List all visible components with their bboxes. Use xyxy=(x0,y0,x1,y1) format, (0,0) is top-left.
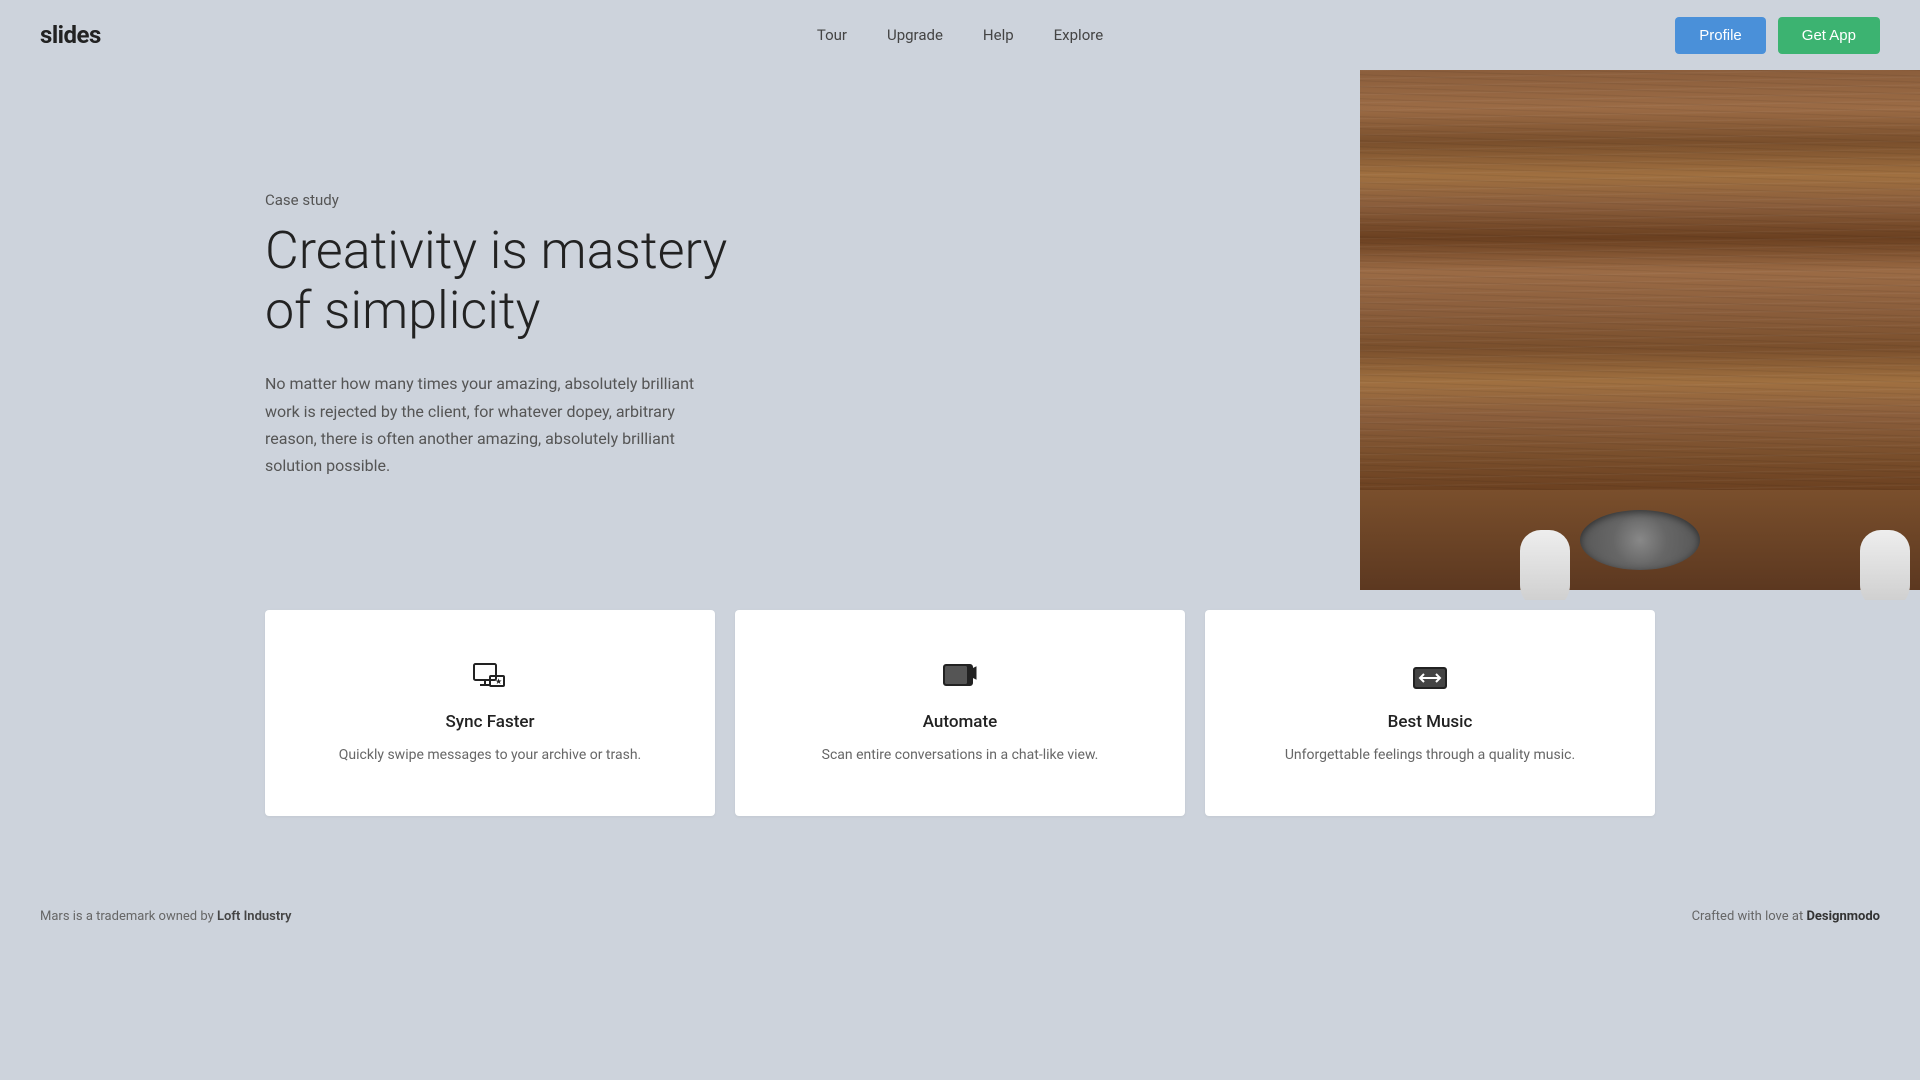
header-buttons: Profile Get App xyxy=(1675,17,1880,54)
profile-button[interactable]: Profile xyxy=(1675,17,1766,54)
feature-desc-music: Unforgettable feelings through a quality… xyxy=(1235,744,1625,766)
footer-right-text: Crafted with love at xyxy=(1692,909,1807,924)
feature-title-sync: Sync Faster xyxy=(295,712,685,732)
svg-text:★: ★ xyxy=(495,677,502,686)
footer-right-brand: Designmodo xyxy=(1806,909,1880,924)
feature-card-automate: Automate Scan entire conversations in a … xyxy=(735,610,1185,816)
logo: slides xyxy=(40,21,101,49)
nav-explore[interactable]: Explore xyxy=(1054,26,1104,44)
hero-body: No matter how many times your amazing, a… xyxy=(265,370,705,479)
wood-grain xyxy=(1360,70,1920,550)
nav-help[interactable]: Help xyxy=(983,26,1014,44)
speaker-leg-left xyxy=(1520,530,1570,600)
hero-image xyxy=(1360,70,1920,600)
footer-left: Mars is a trademark owned by Loft Indust… xyxy=(40,909,291,924)
feature-desc-automate: Scan entire conversations in a chat-like… xyxy=(765,744,1155,766)
features-section: ★ Sync Faster Quickly swipe messages to … xyxy=(0,610,1920,816)
header: slides Tour Upgrade Help Explore Profile… xyxy=(0,0,1920,70)
sync-icon: ★ xyxy=(472,660,508,696)
footer: Mars is a trademark owned by Loft Indust… xyxy=(0,876,1920,956)
nav-upgrade[interactable]: Upgrade xyxy=(887,26,943,44)
speaker-leg-right xyxy=(1860,530,1910,600)
footer-right: Crafted with love at Designmodo xyxy=(1692,909,1880,924)
feature-card-sync: ★ Sync Faster Quickly swipe messages to … xyxy=(265,610,715,816)
get-app-button[interactable]: Get App xyxy=(1778,17,1880,54)
footer-brand: Loft Industry xyxy=(217,909,291,924)
hero-eyebrow: Case study xyxy=(265,191,760,209)
hero-section: Case study Creativity is mastery of simp… xyxy=(0,70,1920,600)
feature-title-automate: Automate xyxy=(765,712,1155,732)
footer-left-text: Mars is a trademark owned by xyxy=(40,909,217,924)
feature-card-music: Best Music Unforgettable feelings throug… xyxy=(1205,610,1655,816)
hero-title: Creativity is mastery of simplicity xyxy=(265,221,760,341)
hero-content: Case study Creativity is mastery of simp… xyxy=(0,191,760,479)
speaker-bottom xyxy=(1360,490,1920,590)
speaker-grille xyxy=(1580,510,1700,570)
automate-icon xyxy=(942,660,978,696)
music-icon xyxy=(1412,660,1448,696)
feature-desc-sync: Quickly swipe messages to your archive o… xyxy=(295,744,685,766)
feature-title-music: Best Music xyxy=(1235,712,1625,732)
navigation: Tour Upgrade Help Explore xyxy=(817,26,1103,44)
nav-tour[interactable]: Tour xyxy=(817,26,847,44)
